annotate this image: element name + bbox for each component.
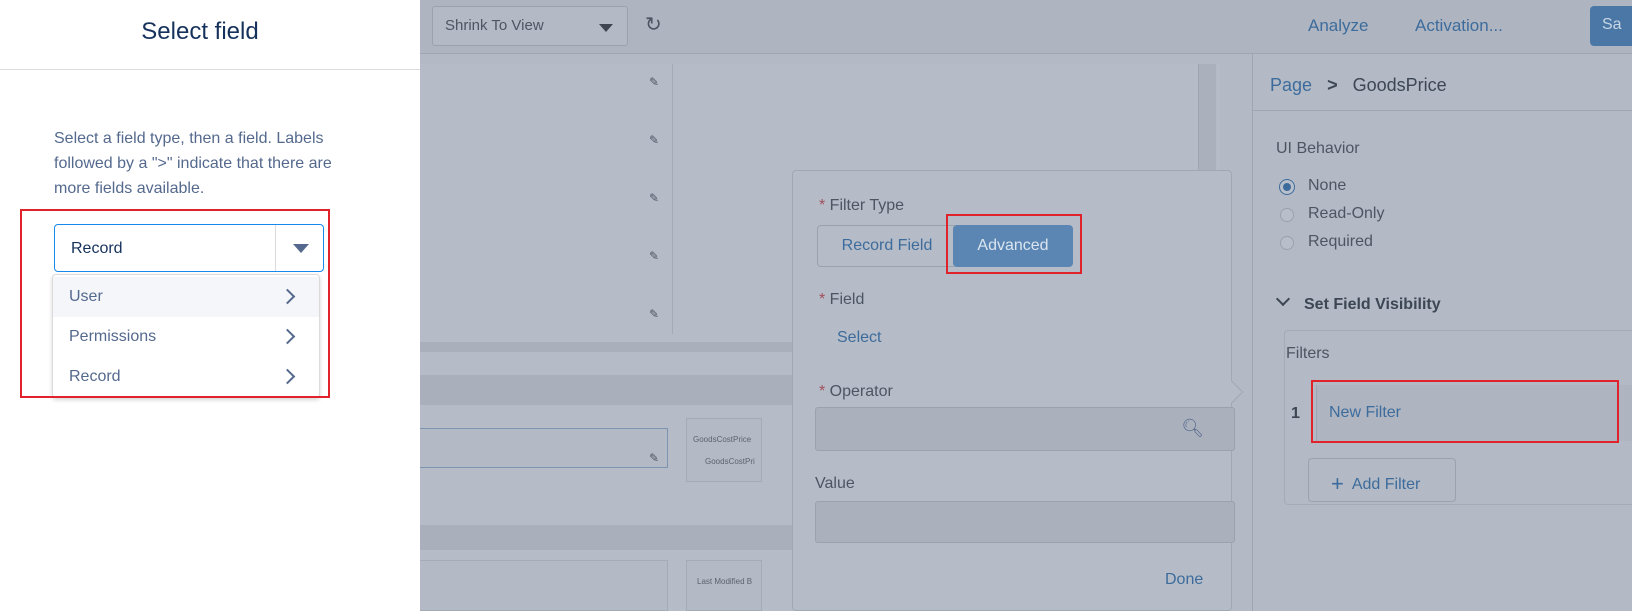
filter-type-label: * Filter Type <box>819 197 905 214</box>
operator-label: * Operator <box>819 383 893 400</box>
value-label: Value <box>815 475 855 492</box>
divider <box>1252 110 1632 111</box>
filter-name: New Filter <box>1329 404 1402 421</box>
operator-input[interactable]: 🔍︎ <box>815 407 1235 451</box>
field-type-dropdown: User Permissions Record <box>52 274 320 398</box>
set-field-visibility-toggle[interactable]: Set Field Visibility <box>1304 296 1441 314</box>
field-type-combobox[interactable]: Record <box>54 224 324 272</box>
breadcrumb-separator: > <box>1327 75 1338 95</box>
view-size-select[interactable]: Shrink To View <box>432 6 628 46</box>
pencil-icon[interactable]: ✎ <box>649 75 659 89</box>
search-icon: 🔍︎ <box>1181 418 1204 438</box>
pencil-icon[interactable]: ✎ <box>649 307 659 321</box>
breadcrumb-page-link[interactable]: Page <box>1270 75 1312 95</box>
view-size-value: Shrink To View <box>445 17 544 34</box>
field-select-link[interactable]: Select <box>837 329 881 347</box>
field-label: * Field <box>819 291 865 308</box>
add-filter-label: Add Filter <box>1351 476 1421 493</box>
breadcrumb-current: GoodsPrice <box>1352 75 1447 95</box>
required-asterisk: * <box>819 383 830 400</box>
done-button[interactable]: Done <box>1165 571 1203 589</box>
combobox-divider <box>275 225 276 271</box>
field-label: GoodsCostPrice <box>693 435 752 444</box>
filter-popover: * Filter Type Record Field Advanced * Fi… <box>792 170 1235 611</box>
radio-label-none: None <box>1308 177 1347 194</box>
option-label: Permissions <box>69 328 157 345</box>
activation-button[interactable]: Activation... <box>1415 16 1503 36</box>
select-field-drawer: Select field Select a field type, then a… <box>0 0 420 611</box>
canvas-column-divider <box>672 64 673 334</box>
filter-number: 1 <box>1291 405 1300 422</box>
add-filter-button[interactable]: + Add Filter <box>1308 458 1456 502</box>
radio-read-only[interactable] <box>1280 208 1294 222</box>
breadcrumb: Page > GoodsPrice <box>1270 75 1447 96</box>
plus-icon: + <box>1331 471 1344 496</box>
canvas-field-card[interactable]: GoodsCostPrice GoodsCostPri <box>686 418 762 482</box>
pencil-icon[interactable]: ✎ <box>649 249 659 263</box>
refresh-icon[interactable]: ↻ <box>645 12 662 37</box>
save-button[interactable]: Sa <box>1590 6 1632 46</box>
pencil-icon[interactable]: ✎ <box>649 191 659 205</box>
required-asterisk: * <box>819 197 830 214</box>
combobox-value: Record <box>71 240 123 257</box>
chevron-right-icon <box>279 368 296 385</box>
chevron-right-icon <box>279 328 296 345</box>
required-asterisk: * <box>819 291 830 308</box>
canvas-scrollbar[interactable] <box>1198 64 1216 174</box>
caret-down-icon[interactable] <box>293 244 309 253</box>
dropdown-option-record[interactable]: Record <box>53 357 319 397</box>
filters-label: Filters <box>1286 345 1330 362</box>
canvas-field-box[interactable] <box>410 560 668 611</box>
radio-label-required: Required <box>1308 233 1373 250</box>
pencil-icon[interactable]: ✎ <box>649 133 659 147</box>
record-field-button[interactable]: Record Field <box>817 225 957 267</box>
option-label: Record <box>69 368 121 385</box>
chevron-right-icon <box>279 288 296 305</box>
radio-label-read-only: Read-Only <box>1308 205 1385 222</box>
analyze-button[interactable]: Analyze <box>1308 16 1368 36</box>
dropdown-option-user[interactable]: User <box>53 277 319 317</box>
option-label: User <box>69 288 103 305</box>
caret-down-icon <box>599 24 613 32</box>
radio-none[interactable] <box>1280 180 1294 194</box>
filter-item[interactable]: New Filter ✕ <box>1316 385 1632 441</box>
pencil-icon[interactable]: ✎ <box>649 451 659 465</box>
radio-required[interactable] <box>1280 236 1294 250</box>
field-value: GoodsCostPri <box>705 457 755 466</box>
drawer-title: Select field <box>141 18 259 45</box>
field-label: Last Modified B <box>697 577 753 586</box>
canvas-field-card[interactable]: Last Modified B <box>686 560 762 611</box>
drawer-header: Select field <box>0 0 420 70</box>
canvas-field-box[interactable]: ✎ <box>410 428 668 468</box>
ui-behavior-label: UI Behavior <box>1276 140 1360 157</box>
dropdown-option-permissions[interactable]: Permissions <box>53 317 319 357</box>
advanced-button[interactable]: Advanced <box>953 225 1073 267</box>
help-text: Select a field type, then a field. Label… <box>54 130 332 197</box>
value-input[interactable] <box>815 501 1235 543</box>
